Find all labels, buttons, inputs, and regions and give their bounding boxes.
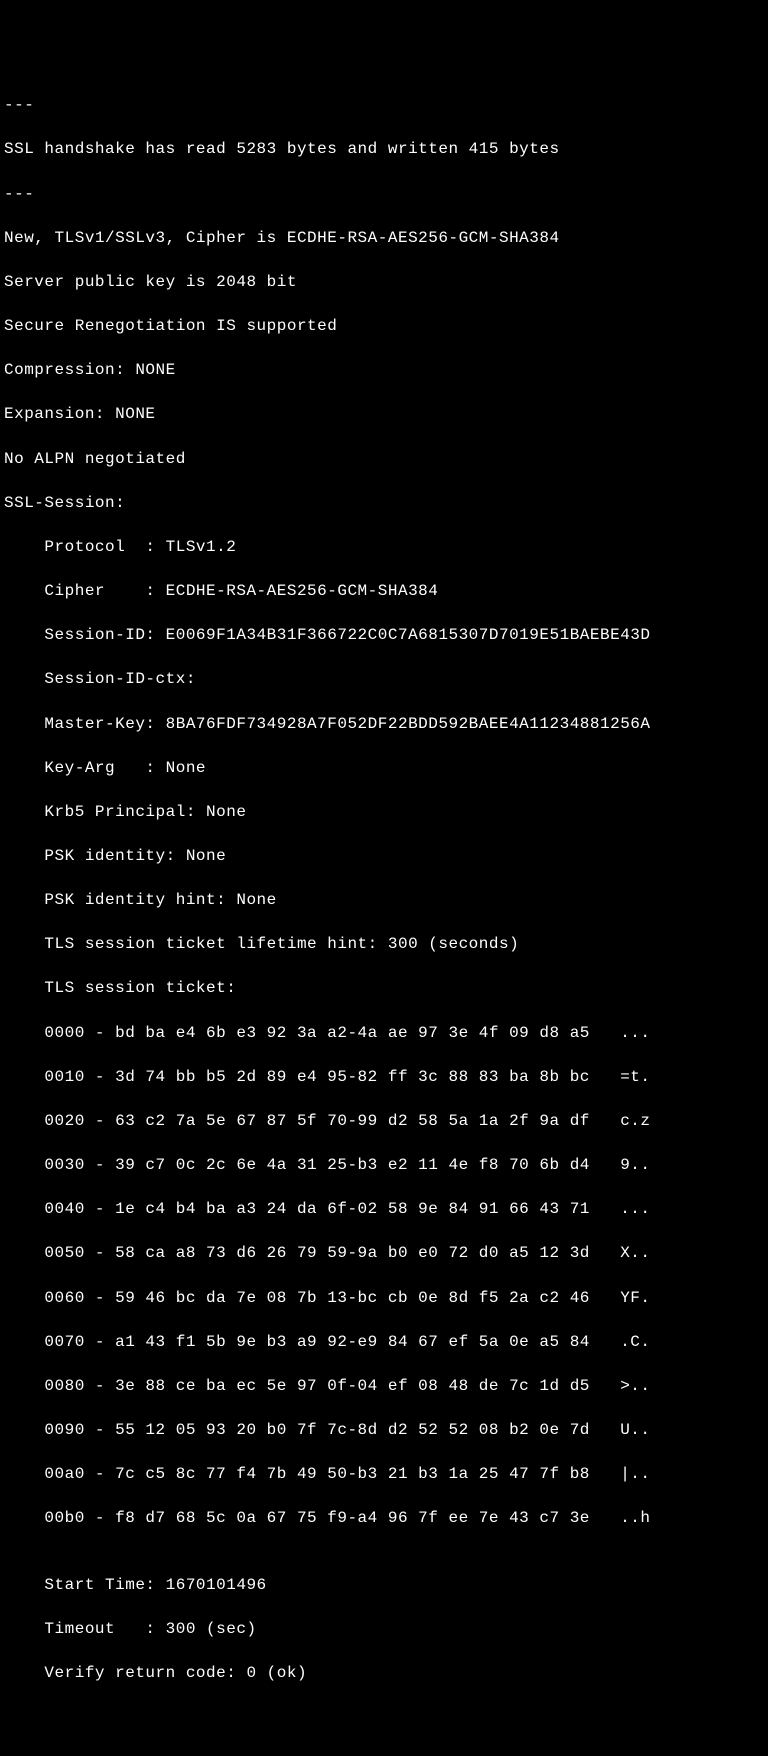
ticket-header-line: TLS session ticket: [4,977,764,999]
separator-line: --- [4,183,764,205]
ticket-hex-line: 0030 - 39 c7 0c 2c 6e 4a 31 25-b3 e2 11 … [4,1154,764,1176]
cipher-new-line: New, TLSv1/SSLv3, Cipher is ECDHE-RSA-AE… [4,227,764,249]
ticket-hex-line: 0000 - bd ba e4 6b e3 92 3a a2-4a ae 97 … [4,1022,764,1044]
alpn-line: No ALPN negotiated [4,448,764,470]
psk-identity-line: PSK identity: None [4,845,764,867]
ticket-hex-line: 00a0 - 7c c5 8c 77 f4 7b 49 50-b3 21 b3 … [4,1463,764,1485]
key-arg-line: Key-Arg : None [4,757,764,779]
ticket-hex-line: 0050 - 58 ca a8 73 d6 26 79 59-9a b0 e0 … [4,1242,764,1264]
compression-line: Compression: NONE [4,359,764,381]
verify-return-line: Verify return code: 0 (ok) [4,1662,764,1684]
ticket-hex-line: 0020 - 63 c2 7a 5e 67 87 5f 70-99 d2 58 … [4,1110,764,1132]
ssl-session-header: SSL-Session: [4,492,764,514]
krb5-line: Krb5 Principal: None [4,801,764,823]
psk-identity-hint-line: PSK identity hint: None [4,889,764,911]
start-time-line: Start Time: 1670101496 [4,1574,764,1596]
protocol-line: Protocol : TLSv1.2 [4,536,764,558]
public-key-line: Server public key is 2048 bit [4,271,764,293]
timeout-line: Timeout : 300 (sec) [4,1618,764,1640]
ticket-hex-line: 0070 - a1 43 f1 5b 9e b3 a9 92-e9 84 67 … [4,1331,764,1353]
ticket-hex-line: 0080 - 3e 88 ce ba ec 5e 97 0f-04 ef 08 … [4,1375,764,1397]
master-key-line: Master-Key: 8BA76FDF734928A7F052DF22BDD5… [4,713,764,735]
ticket-hex-line: 0010 - 3d 74 bb b5 2d 89 e4 95-82 ff 3c … [4,1066,764,1088]
ticket-hex-line: 0090 - 55 12 05 93 20 b0 7f 7c-8d d2 52 … [4,1419,764,1441]
cipher-line: Cipher : ECDHE-RSA-AES256-GCM-SHA384 [4,580,764,602]
ticket-lifetime-line: TLS session ticket lifetime hint: 300 (s… [4,933,764,955]
separator-line: --- [4,94,764,116]
session-id-ctx-line: Session-ID-ctx: [4,668,764,690]
ticket-hex-line: 00b0 - f8 d7 68 5c 0a 67 75 f9-a4 96 7f … [4,1507,764,1529]
ssl-handshake-line: SSL handshake has read 5283 bytes and wr… [4,138,764,160]
ticket-hex-line: 0040 - 1e c4 b4 ba a3 24 da 6f-02 58 9e … [4,1198,764,1220]
renegotiation-line: Secure Renegotiation IS supported [4,315,764,337]
expansion-line: Expansion: NONE [4,403,764,425]
session-id-line: Session-ID: E0069F1A34B31F366722C0C7A681… [4,624,764,646]
ticket-hex-line: 0060 - 59 46 bc da 7e 08 7b 13-bc cb 0e … [4,1287,764,1309]
